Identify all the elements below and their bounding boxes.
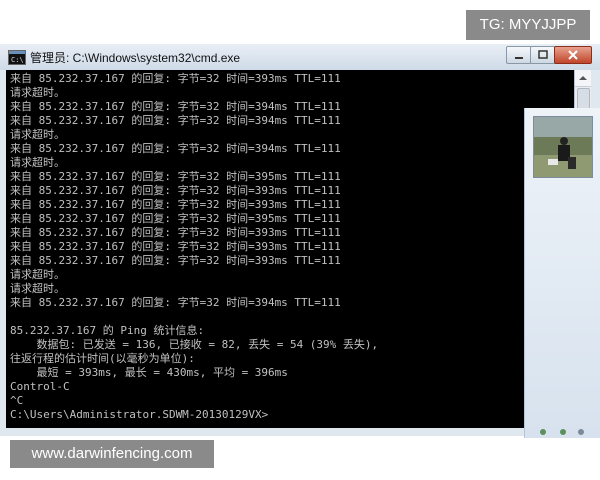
side-panel — [524, 108, 600, 438]
console-line: 请求超时。 — [10, 268, 65, 281]
scroll-up-arrow-icon — [579, 76, 587, 80]
cmd-window: C:\ 管理员: C:\Windows\system32\cmd.exe 来自 … — [0, 44, 600, 436]
minimize-icon — [515, 57, 523, 59]
minimize-button[interactable] — [506, 46, 532, 64]
console-text: 来自 85.232.37.167 的回复: 字节=32 时间=393ms TTL… — [6, 70, 574, 422]
console-line: C:\Users\Administrator.SDWM-20130129VX> — [10, 408, 269, 421]
video-thumbnail[interactable] — [533, 116, 593, 178]
window-title: 管理员: C:\Windows\system32\cmd.exe — [30, 51, 241, 65]
console-line: 来自 85.232.37.167 的回复: 字节=32 时间=393ms TTL… — [10, 198, 341, 211]
maximize-button[interactable] — [530, 46, 556, 64]
console-line: Control-C — [10, 380, 70, 393]
site-watermark: www.darwinfencing.com — [10, 440, 214, 468]
console-line: 来自 85.232.37.167 的回复: 字节=32 时间=394ms TTL… — [10, 114, 341, 127]
console-line: 请求超时。 — [10, 282, 65, 295]
console-line: 来自 85.232.37.167 的回复: 字节=32 时间=395ms TTL… — [10, 170, 341, 183]
panel-status-icons — [540, 429, 584, 435]
console-line: 来自 85.232.37.167 的回复: 字节=32 时间=394ms TTL… — [10, 142, 341, 155]
console-line: ^C — [10, 394, 24, 407]
svg-text:C:\: C:\ — [11, 56, 24, 64]
console-line: 来自 85.232.37.167 的回复: 字节=32 时间=393ms TTL… — [10, 184, 341, 197]
cmd-icon: C:\ — [8, 50, 26, 65]
console-line: 最短 = 393ms, 最长 = 430ms, 平均 = 396ms — [10, 366, 288, 379]
console-line: 请求超时。 — [10, 156, 65, 169]
console-line: 来自 85.232.37.167 的回复: 字节=32 时间=393ms TTL… — [10, 226, 341, 239]
close-icon — [568, 50, 578, 60]
tg-watermark: TG: MYYJJPP — [466, 10, 590, 40]
console-output[interactable]: 来自 85.232.37.167 的回复: 字节=32 时间=393ms TTL… — [6, 70, 574, 428]
close-button[interactable] — [554, 46, 592, 64]
console-line: 来自 85.232.37.167 的回复: 字节=32 时间=394ms TTL… — [10, 100, 341, 113]
console-line: 来自 85.232.37.167 的回复: 字节=32 时间=393ms TTL… — [10, 254, 341, 267]
console-line: 请求超时。 — [10, 86, 65, 99]
maximize-icon — [538, 50, 548, 59]
console-line: 来自 85.232.37.167 的回复: 字节=32 时间=393ms TTL… — [10, 240, 341, 253]
console-line: 85.232.37.167 的 Ping 统计信息: — [10, 324, 205, 337]
console-line: 来自 85.232.37.167 的回复: 字节=32 时间=394ms TTL… — [10, 296, 341, 309]
scroll-up-button[interactable] — [575, 70, 591, 87]
console-line: 数据包: 已发送 = 136, 已接收 = 82, 丢失 = 54 (39% 丢… — [10, 338, 379, 351]
title-bar[interactable]: C:\ 管理员: C:\Windows\system32\cmd.exe — [0, 44, 600, 70]
console-line: 请求超时。 — [10, 128, 65, 141]
console-line: 往返行程的估计时间(以毫秒为单位): — [10, 352, 195, 365]
console-line: 来自 85.232.37.167 的回复: 字节=32 时间=393ms TTL… — [10, 72, 341, 85]
video-thumbnail-image — [534, 117, 592, 177]
console-line: 来自 85.232.37.167 的回复: 字节=32 时间=395ms TTL… — [10, 212, 341, 225]
